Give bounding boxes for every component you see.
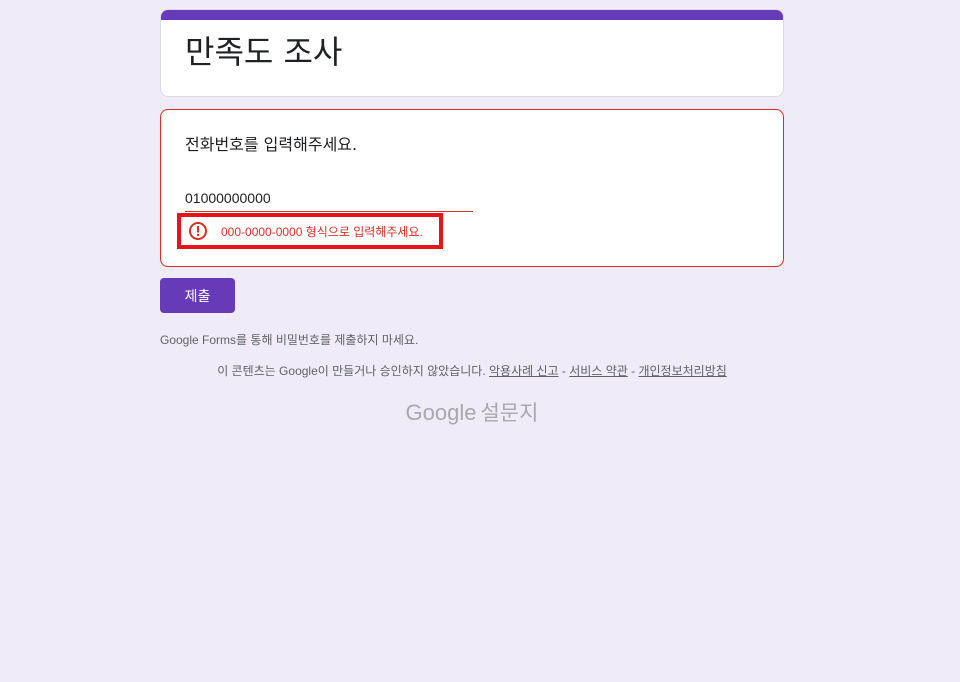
submit-button[interactable]: 제출: [160, 278, 235, 313]
brand-product: 설문지: [480, 402, 539, 425]
separator: -: [627, 364, 639, 378]
form-title: 만족도 조사: [185, 33, 343, 71]
separator: -: [558, 364, 570, 378]
question-card: 전화번호를 입력해주세요. 000-0000-0000 형식으로 입력해주세요.: [160, 109, 784, 267]
disclaimer-text: 이 콘텐츠는 Google이 만들거나 승인하지 않았습니다.: [217, 364, 486, 378]
phone-input[interactable]: [185, 186, 473, 208]
brand-google: Google: [405, 400, 477, 425]
password-warning: Google Forms를 통해 비밀번호를 제출하지 마세요.: [160, 333, 419, 347]
header-accent-bar: [161, 10, 783, 20]
terms-link[interactable]: 서비스 약관: [569, 364, 628, 378]
google-forms-logo[interactable]: Google 설문지: [160, 397, 784, 427]
form-header-card: 만족도 조사: [160, 9, 784, 97]
privacy-link[interactable]: 개인정보처리방침: [638, 364, 726, 378]
form-container: 만족도 조사 전화번호를 입력해주세요. 000-0000-0000 형식으로 …: [160, 9, 784, 425]
answer-field[interactable]: [185, 186, 473, 212]
report-abuse-link[interactable]: 악용사례 신고: [489, 364, 559, 378]
question-label: 전화번호를 입력해주세요.: [185, 135, 358, 154]
disclaimer: 이 콘텐츠는 Google이 만들거나 승인하지 않았습니다. 악용사례 신고 …: [160, 362, 784, 379]
validation-error: 000-0000-0000 형식으로 입력해주세요.: [177, 213, 443, 249]
error-message: 000-0000-0000 형식으로 입력해주세요.: [221, 224, 423, 239]
error-circle-icon: [188, 221, 208, 241]
